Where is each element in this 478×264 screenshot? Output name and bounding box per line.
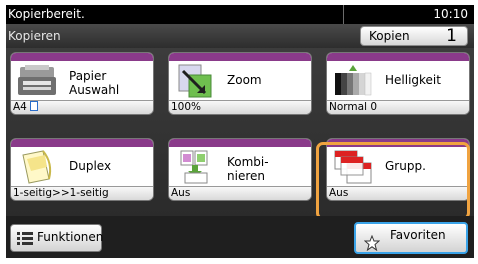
selection-highlight bbox=[316, 142, 470, 220]
tile-band bbox=[169, 139, 311, 147]
combine-icon bbox=[180, 150, 208, 184]
screen: Kopierbereit. 10:10 Kopieren Kopien 1 Pa… bbox=[0, 0, 478, 264]
bottom-bar: Funktionen Favoriten bbox=[6, 216, 474, 258]
paper-tray-icon bbox=[18, 65, 56, 95]
tile-value: 1-seitig>>1-seitig bbox=[11, 186, 153, 200]
tile-band bbox=[11, 139, 153, 147]
tile-label-line1: Kombi- bbox=[227, 155, 269, 169]
tile-label: Duplex bbox=[69, 159, 111, 173]
tile-label-line2: Auswahl bbox=[69, 83, 120, 97]
status-bar: Kopierbereit. 10:10 bbox=[6, 5, 474, 24]
tile-label-line1: Duplex bbox=[69, 159, 112, 173]
tile-label-line2: nieren bbox=[227, 169, 265, 183]
tile-value-text: A4 bbox=[13, 101, 27, 113]
tile-density[interactable]: Helligkeit Normal 0 bbox=[326, 52, 470, 115]
functions-label: Funktionen bbox=[37, 230, 104, 244]
copies-label: Kopien bbox=[369, 29, 410, 43]
tile-label-line1: Helligkeit bbox=[385, 73, 441, 87]
favorites-label: Favoriten bbox=[390, 228, 446, 242]
density-icon bbox=[335, 65, 372, 96]
list-icon bbox=[17, 232, 33, 245]
tile-zoom[interactable]: Zoom 100% bbox=[168, 52, 312, 115]
tile-label: Papier Auswahl bbox=[69, 69, 119, 97]
functions-button[interactable]: Funktionen bbox=[10, 224, 104, 252]
tile-value: A4 bbox=[11, 100, 153, 114]
function-grid: Papier Auswahl A4 Zoom 100% Helligkeit N… bbox=[6, 48, 474, 220]
favorites-button[interactable]: Favoriten bbox=[354, 222, 468, 254]
tile-label-line1: Papier bbox=[69, 69, 107, 83]
tile-band bbox=[169, 53, 311, 61]
mode-bar: Kopieren Kopien 1 bbox=[6, 24, 474, 48]
duplex-icon bbox=[22, 150, 52, 184]
copies-button[interactable]: Kopien 1 bbox=[360, 26, 468, 46]
mode-title: Kopieren bbox=[8, 29, 61, 43]
portrait-paper-icon bbox=[30, 101, 39, 111]
tile-band bbox=[327, 53, 469, 61]
tile-value: Normal 0 bbox=[327, 100, 469, 114]
clock: 10:10 bbox=[433, 7, 468, 21]
copies-count: 1 bbox=[446, 26, 457, 46]
tile-label: Helligkeit bbox=[385, 73, 441, 87]
tile-label: Zoom bbox=[227, 73, 262, 87]
zoom-icon bbox=[178, 64, 212, 98]
tile-value: Aus bbox=[169, 186, 311, 200]
tile-band bbox=[11, 53, 153, 61]
tile-combine[interactable]: Kombi- nieren Aus bbox=[168, 138, 312, 201]
star-icon bbox=[364, 235, 380, 251]
touch-panel: Kopierbereit. 10:10 Kopieren Kopien 1 Pa… bbox=[6, 5, 474, 258]
tile-paper-selection[interactable]: Papier Auswahl A4 bbox=[10, 52, 154, 115]
status-text: Kopierbereit. bbox=[8, 7, 85, 21]
status-divider bbox=[343, 5, 344, 24]
tile-label-line1: Zoom bbox=[227, 73, 262, 87]
tile-value: 100% bbox=[169, 100, 311, 114]
tile-label: Kombi- nieren bbox=[227, 155, 269, 183]
tile-duplex[interactable]: Duplex 1-seitig>>1-seitig bbox=[10, 138, 154, 201]
